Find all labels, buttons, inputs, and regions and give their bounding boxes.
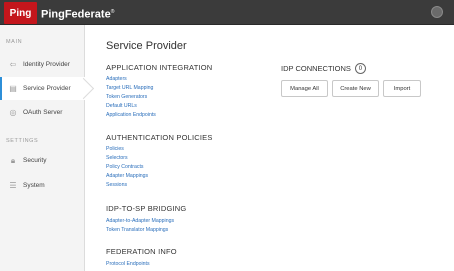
link-application-endpoints[interactable]: Application Endpoints (106, 112, 156, 118)
link-policies[interactable]: Policies (106, 146, 124, 152)
section-application-integration: APPLICATION INTEGRATION (106, 63, 213, 72)
link-token-generators[interactable]: Token Generators (106, 94, 147, 100)
link-token-translator-mappings[interactable]: Token Translator Mappings (106, 227, 168, 233)
user-account-icon[interactable] (431, 6, 443, 18)
top-bar: Ping PingFederate® (0, 0, 454, 25)
link-default-urls[interactable]: Default URLs (106, 103, 137, 109)
section-federation-info: FEDERATION INFO (106, 247, 177, 256)
link-adapters[interactable]: Adapters (106, 76, 127, 82)
sidebar-item-service-provider[interactable]: ▤ Service Provider (0, 77, 85, 100)
idp-connections-count-badge: 0 (354, 63, 366, 74)
ping-logo: Ping (4, 2, 37, 24)
sidebar: MAIN ⇦ Identity Provider ▤ Service Provi… (0, 25, 85, 271)
trademark: ® (110, 9, 115, 15)
link-protocol-endpoints[interactable]: Protocol Endpoints (106, 261, 150, 267)
link-sessions[interactable]: Sessions (106, 182, 127, 188)
link-target-url-mapping[interactable]: Target URL Mapping (106, 85, 153, 91)
oauth-icon: ◎ (9, 108, 17, 117)
link-adapter-to-adapter-mappings[interactable]: Adapter-to-Adapter Mappings (106, 218, 174, 224)
idp-connections-heading: IDP CONNECTIONS 0 (281, 63, 366, 74)
manage-all-button[interactable]: Manage All (281, 80, 328, 97)
page-title: Service Provider (106, 40, 187, 52)
section-authentication-policies: AUTHENTICATION POLICIES (106, 133, 213, 142)
product-name-text: PingFederate (41, 8, 111, 21)
sidebar-item-label: Service Provider (23, 85, 71, 92)
sidebar-heading-main: MAIN (6, 39, 23, 45)
server-icon: ▤ (9, 84, 17, 93)
arrow-in-icon: ⇦ (9, 60, 17, 69)
sidebar-item-label: OAuth Server (23, 109, 63, 116)
sidebar-heading-settings: SETTINGS (6, 138, 39, 144)
idp-connections-title: IDP CONNECTIONS (281, 64, 351, 73)
sidebar-item-label: Security (23, 157, 47, 164)
create-new-button[interactable]: Create New (332, 80, 379, 97)
section-idp-to-sp-bridging: IDP-TO-SP BRIDGING (106, 204, 187, 213)
link-policy-contracts[interactable]: Policy Contracts (106, 164, 143, 170)
sidebar-item-security[interactable]: 🔒︎ Security (0, 149, 85, 172)
link-adapter-mappings[interactable]: Adapter Mappings (106, 173, 148, 179)
sidebar-item-oauth-server[interactable]: ◎ OAuth Server (0, 101, 85, 124)
sidebar-item-label: Identity Provider (23, 61, 70, 68)
main-content: Service Provider APPLICATION INTEGRATION… (93, 25, 454, 271)
sliders-icon: ☰ (9, 181, 17, 190)
product-name: PingFederate® (41, 5, 115, 21)
import-button[interactable]: Import (383, 80, 421, 97)
sidebar-item-system[interactable]: ☰ System (0, 174, 85, 197)
sidebar-item-identity-provider[interactable]: ⇦ Identity Provider (0, 53, 85, 76)
link-selectors[interactable]: Selectors (106, 155, 128, 161)
sidebar-item-label: System (23, 182, 45, 189)
lock-icon: 🔒︎ (10, 155, 16, 165)
